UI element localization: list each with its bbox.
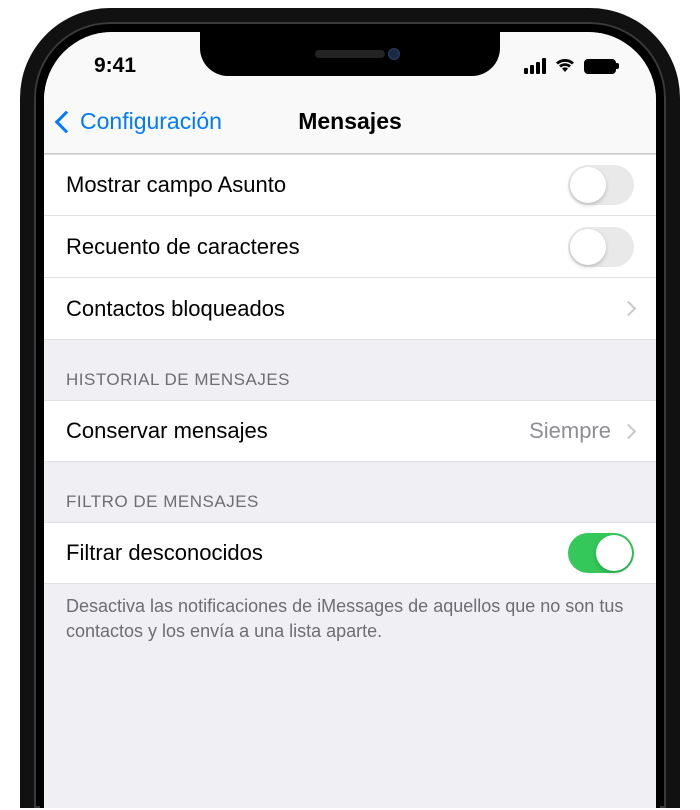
row-label: Contactos bloqueados [66, 296, 285, 322]
row-blocked-contacts[interactable]: Contactos bloqueados [44, 278, 656, 340]
toggle-knob [570, 229, 606, 265]
back-button[interactable]: Configuración [58, 108, 222, 135]
page-title: Mensajes [298, 108, 402, 135]
row-label: Filtrar desconocidos [66, 540, 263, 566]
chevron-right-icon [621, 301, 637, 317]
row-label: Recuento de caracteres [66, 234, 300, 260]
row-keep-messages[interactable]: Conservar mensajes Siempre [44, 400, 656, 462]
row-label: Mostrar campo Asunto [66, 172, 286, 198]
chevron-back-icon [55, 110, 78, 133]
toggle-filter-unknown[interactable] [568, 533, 634, 573]
section-history: Conservar mensajes Siempre [44, 400, 656, 462]
toggle-char-count[interactable] [568, 227, 634, 267]
front-camera [388, 48, 400, 60]
section-footer-filter: Desactiva las notificaciones de iMessage… [44, 584, 656, 664]
device-frame: 9:41 [20, 8, 680, 808]
screen: 9:41 [44, 32, 656, 808]
status-time: 9:41 [94, 44, 136, 78]
section-filter: Filtrar desconocidos [44, 522, 656, 584]
wifi-icon [554, 56, 576, 76]
row-filter-unknown[interactable]: Filtrar desconocidos [44, 522, 656, 584]
navigation-bar: Configuración Mensajes [44, 90, 656, 154]
toggle-show-subject[interactable] [568, 165, 634, 205]
toggle-knob [596, 535, 632, 571]
section-general: Mostrar campo Asunto Recuento de caracte… [44, 154, 656, 340]
section-header-filter: FILTRO DE MENSAJES [44, 462, 656, 522]
row-show-subject[interactable]: Mostrar campo Asunto [44, 154, 656, 216]
status-right [524, 46, 616, 76]
row-char-count[interactable]: Recuento de caracteres [44, 216, 656, 278]
notch [200, 32, 500, 76]
battery-icon [584, 59, 616, 74]
row-label: Conservar mensajes [66, 418, 268, 444]
device-inner: 9:41 [40, 28, 660, 808]
speaker-grille [315, 50, 385, 58]
chevron-right-icon [621, 423, 637, 439]
cellular-signal-icon [524, 58, 546, 74]
detail-value: Siempre [529, 418, 611, 444]
settings-content: Mostrar campo Asunto Recuento de caracte… [44, 154, 656, 664]
toggle-knob [570, 167, 606, 203]
section-header-history: HISTORIAL DE MENSAJES [44, 340, 656, 400]
back-label: Configuración [80, 108, 222, 135]
